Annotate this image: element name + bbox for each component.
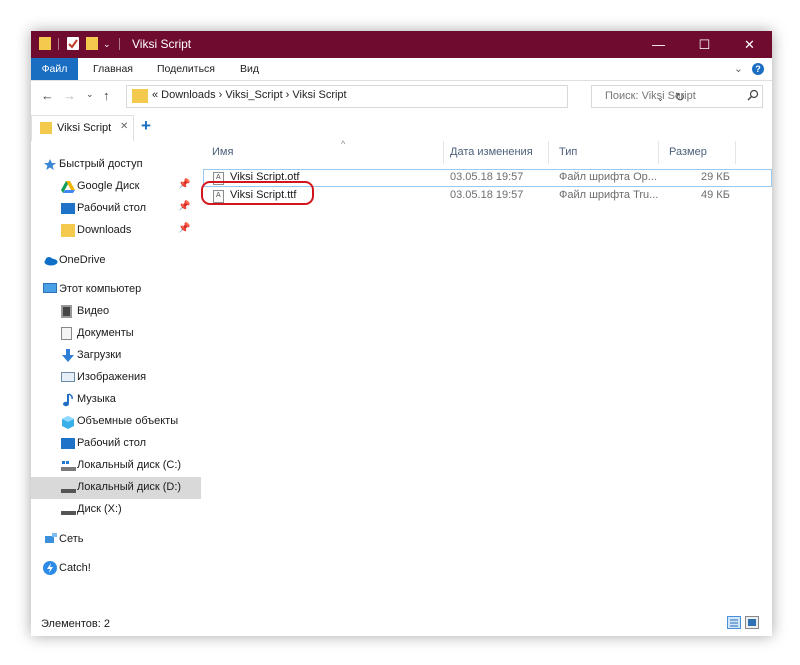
forward-button[interactable]: →	[63, 88, 76, 103]
google-drive-icon	[61, 180, 75, 193]
tab-share[interactable]: Поделиться	[157, 58, 215, 80]
title-bar: ⌄ Viksi Script — ☐ ✕	[31, 31, 772, 58]
breadcrumb[interactable]: « Downloads › Viksi_Script › Viksi Scrip…	[152, 89, 347, 101]
column-date[interactable]: Дата изменения	[450, 146, 533, 158]
pin-icon[interactable]: 📌	[178, 201, 190, 212]
nav-video[interactable]: Видео	[31, 301, 201, 323]
address-bar[interactable]: « Downloads › Viksi_Script › Viksi Scrip…	[126, 85, 685, 108]
nav-drive-c[interactable]: Локальный диск (C:)	[31, 455, 201, 477]
navigation-pane: Быстрый доступ Google Диск 📌 Рабочий сто…	[31, 144, 201, 614]
folder-icon	[132, 89, 148, 103]
minimize-button[interactable]: —	[636, 31, 681, 58]
nav-desktop-pinned[interactable]: Рабочий стол 📌	[31, 198, 201, 220]
back-button[interactable]: ←	[41, 88, 54, 103]
window-title: Viksi Script	[132, 37, 192, 51]
folder-tab-label: Viksi Script	[57, 122, 112, 134]
column-divider[interactable]	[735, 141, 736, 164]
sort-ascending-icon: ^	[341, 139, 346, 149]
properties-icon[interactable]	[67, 37, 79, 50]
search-box[interactable]	[591, 85, 763, 108]
nav-downloads[interactable]: Загрузки	[31, 345, 201, 367]
tab-view[interactable]: Вид	[240, 58, 259, 80]
drive-icon	[61, 481, 76, 494]
column-header-row: Имя ^ Дата изменения Тип Размер	[203, 139, 772, 164]
nav-drive-d[interactable]: Локальный диск (D:)	[31, 477, 201, 499]
add-tab-button[interactable]: +	[141, 116, 151, 136]
nav-onedrive[interactable]: OneDrive	[31, 250, 201, 272]
item-count: Элементов: 2	[41, 618, 110, 630]
nav-documents[interactable]: Документы	[31, 323, 201, 345]
status-bar: Элементов: 2	[31, 611, 772, 636]
catch-icon	[43, 561, 57, 575]
music-icon	[61, 393, 75, 407]
up-button[interactable]: ↑	[103, 88, 110, 103]
ribbon-collapse-button[interactable]: ⌄	[734, 58, 743, 80]
address-row: ← → ⌄ ↑ « Downloads › Viksi_Script › Vik…	[31, 81, 772, 111]
help-button[interactable]: ?	[752, 63, 764, 75]
file-list: Имя ^ Дата изменения Тип Размер A Viksi …	[201, 139, 772, 611]
explorer-window: ⌄ Viksi Script — ☐ ✕ Файл Главная Подели…	[31, 31, 772, 636]
column-divider[interactable]	[443, 141, 444, 164]
pictures-icon	[61, 372, 75, 382]
file-size: 49 КБ	[701, 189, 730, 201]
nav-google-drive[interactable]: Google Диск 📌	[31, 176, 201, 198]
tab-home[interactable]: Главная	[93, 58, 133, 80]
folder-tab[interactable]: Viksi Script ✕	[31, 115, 134, 141]
nav-network[interactable]: Сеть	[31, 529, 201, 551]
divider	[119, 38, 120, 50]
desktop-icon	[61, 203, 75, 214]
nav-quick-access[interactable]: Быстрый доступ	[31, 154, 201, 176]
tab-file[interactable]: Файл	[31, 58, 78, 80]
column-size[interactable]: Размер	[669, 146, 707, 158]
pin-icon[interactable]: 📌	[178, 179, 190, 190]
documents-icon	[61, 327, 72, 340]
star-icon	[43, 158, 57, 171]
column-divider[interactable]	[548, 141, 549, 164]
nav-music[interactable]: Музыка	[31, 389, 201, 411]
drive-c-icon	[61, 459, 76, 472]
customize-toolbar-icon[interactable]: ⌄	[103, 39, 111, 50]
computer-icon	[43, 283, 57, 293]
close-tab-button[interactable]: ✕	[120, 121, 128, 132]
column-type[interactable]: Тип	[559, 146, 577, 158]
nav-desktop[interactable]: Рабочий стол	[31, 433, 201, 455]
file-date: 03.05.18 19:57	[450, 189, 524, 201]
column-name[interactable]: Имя	[212, 146, 233, 158]
nav-catch[interactable]: Catch!	[31, 558, 201, 580]
pin-icon[interactable]: 📌	[178, 223, 190, 234]
desktop-icon	[61, 438, 75, 449]
folder-tab-row: Viksi Script ✕ +	[31, 115, 772, 141]
nav-pictures[interactable]: Изображения	[31, 367, 201, 389]
file-type: Файл шрифта Tru...	[559, 189, 659, 201]
large-icons-view-icon[interactable]	[745, 616, 759, 629]
new-folder-icon[interactable]	[86, 37, 98, 50]
search-input[interactable]	[592, 86, 755, 105]
details-view-icon[interactable]	[727, 616, 741, 629]
maximize-button[interactable]: ☐	[682, 31, 727, 58]
nav-this-pc[interactable]: Этот компьютер	[31, 279, 201, 301]
close-button[interactable]: ✕	[727, 31, 772, 58]
network-icon	[43, 533, 57, 546]
drive-icon	[61, 503, 76, 516]
video-icon	[61, 305, 72, 318]
divider	[58, 38, 59, 50]
3d-objects-icon	[61, 415, 75, 429]
ribbon-tabs: Файл Главная Поделиться Вид ⌄ ?	[31, 58, 772, 81]
nav-3d-objects[interactable]: Объемные объекты	[31, 411, 201, 433]
folder-icon	[61, 224, 75, 237]
folder-icon	[40, 122, 52, 134]
nav-drive-x[interactable]: Диск (X:)	[31, 499, 201, 521]
folder-icon	[39, 37, 51, 50]
column-divider[interactable]	[658, 141, 659, 164]
recent-locations-button[interactable]: ⌄	[86, 89, 94, 100]
downloads-icon	[61, 349, 75, 362]
file-date: 03.05.18 19:57	[450, 171, 524, 183]
file-size: 29 КБ	[701, 171, 730, 183]
highlight-annotation	[201, 181, 314, 205]
search-icon[interactable]	[747, 89, 759, 101]
nav-downloads-pinned[interactable]: Downloads 📌	[31, 220, 201, 242]
onedrive-icon	[43, 254, 58, 267]
file-type: Файл шрифта Op...	[559, 171, 657, 183]
